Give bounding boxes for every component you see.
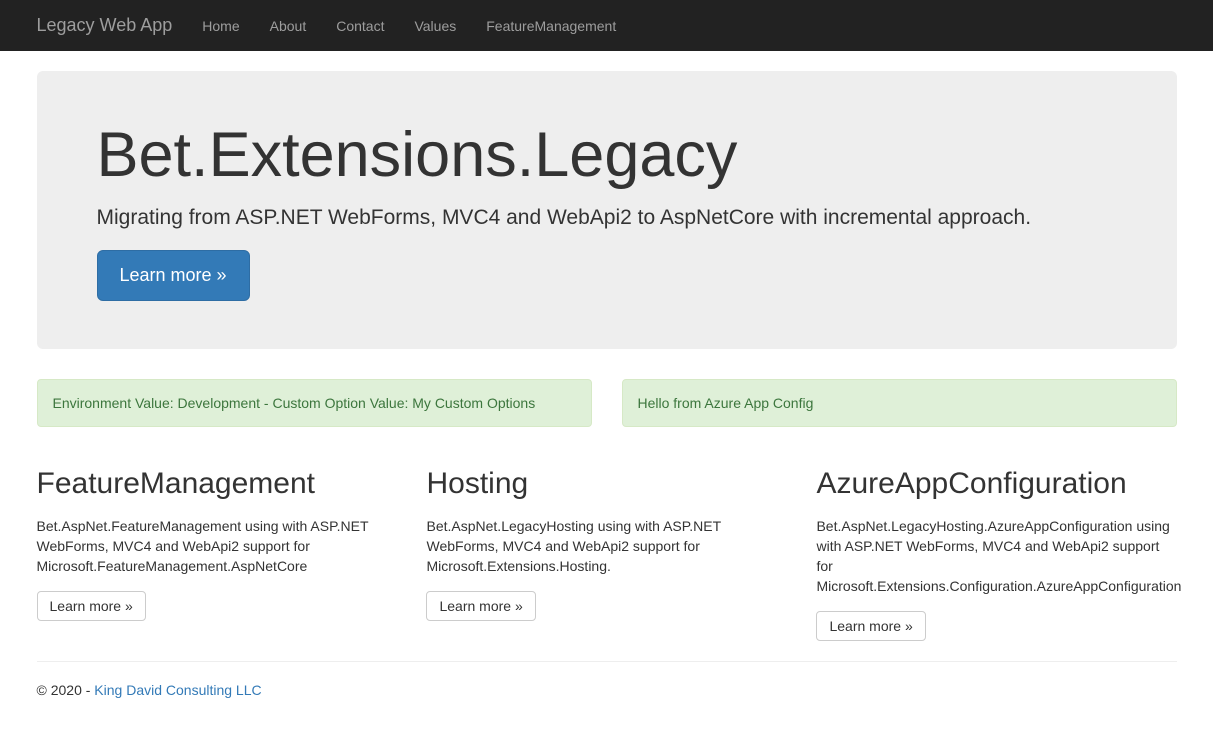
footer-copyright: © 2020 - bbox=[37, 682, 95, 698]
nav-featuremanagement[interactable]: FeatureManagement bbox=[471, 3, 631, 49]
feature-learn-more-button[interactable]: Learn more » bbox=[816, 611, 925, 641]
alerts-row: Environment Value: Development - Custom … bbox=[22, 379, 1192, 447]
jumbotron-lead: Migrating from ASP.NET WebForms, MVC4 an… bbox=[97, 206, 1117, 230]
feature-title: AzureAppConfiguration bbox=[816, 467, 1176, 501]
alert-environment: Environment Value: Development - Custom … bbox=[37, 379, 592, 427]
nav-about[interactable]: About bbox=[255, 3, 322, 49]
footer-divider bbox=[37, 661, 1177, 662]
main-container: Bet.Extensions.Legacy Migrating from ASP… bbox=[22, 71, 1192, 718]
nav-values[interactable]: Values bbox=[399, 3, 471, 49]
learn-more-button[interactable]: Learn more » bbox=[97, 250, 250, 301]
features-row: FeatureManagement Bet.AspNet.FeatureMana… bbox=[22, 467, 1192, 641]
footer: © 2020 - King David Consulting LLC bbox=[37, 682, 1177, 718]
nav-contact[interactable]: Contact bbox=[321, 3, 399, 49]
feature-title: FeatureManagement bbox=[37, 467, 397, 501]
nav-home[interactable]: Home bbox=[187, 3, 254, 49]
navbar: Legacy Web App Home About Contact Values… bbox=[0, 0, 1213, 51]
feature-learn-more-button[interactable]: Learn more » bbox=[37, 591, 146, 621]
jumbotron: Bet.Extensions.Legacy Migrating from ASP… bbox=[37, 71, 1177, 349]
feature-desc: Bet.AspNet.FeatureManagement using with … bbox=[37, 516, 397, 576]
feature-desc: Bet.AspNet.LegacyHosting using with ASP.… bbox=[426, 516, 786, 576]
jumbotron-title: Bet.Extensions.Legacy bbox=[97, 119, 1117, 191]
feature-featuremanagement: FeatureManagement Bet.AspNet.FeatureMana… bbox=[22, 467, 412, 641]
feature-desc: Bet.AspNet.LegacyHosting.AzureAppConfigu… bbox=[816, 516, 1176, 596]
footer-link[interactable]: King David Consulting LLC bbox=[94, 682, 261, 698]
navbar-brand[interactable]: Legacy Web App bbox=[22, 0, 188, 51]
alert-azure-config: Hello from Azure App Config bbox=[622, 379, 1177, 427]
feature-title: Hosting bbox=[426, 467, 786, 501]
feature-learn-more-button[interactable]: Learn more » bbox=[426, 591, 535, 621]
feature-azureappconfiguration: AzureAppConfiguration Bet.AspNet.LegacyH… bbox=[801, 467, 1191, 641]
feature-hosting: Hosting Bet.AspNet.LegacyHosting using w… bbox=[411, 467, 801, 641]
